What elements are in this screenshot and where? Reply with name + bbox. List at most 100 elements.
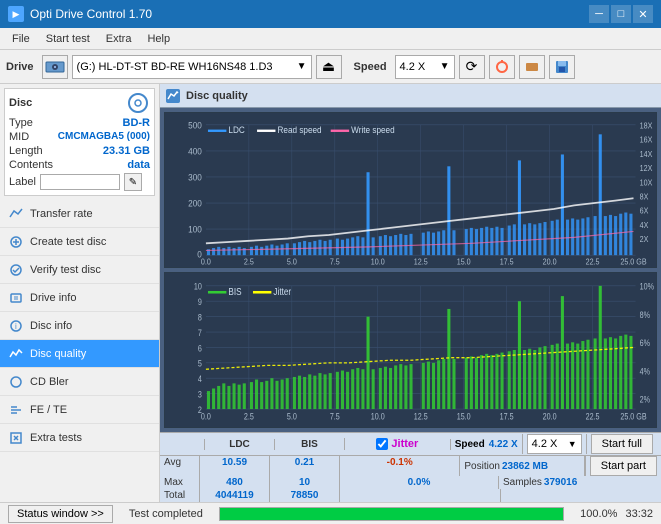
sidebar-item-verify-test-disc[interactable]: Verify test disc <box>0 256 159 284</box>
svg-text:3: 3 <box>198 390 202 400</box>
svg-text:2X: 2X <box>640 235 649 245</box>
content-header: Disc quality <box>160 84 661 108</box>
status-bar: Status window >> Test completed 100.0% 3… <box>0 502 661 524</box>
svg-text:7.5: 7.5 <box>330 257 340 267</box>
speed-avg-val: 4.22 X <box>489 439 518 450</box>
sidebar-item-fe-te[interactable]: FE / TE <box>0 396 159 424</box>
drive-value: (G:) HL-DT-ST BD-RE WH16NS48 1.D3 <box>77 61 297 73</box>
svg-text:22.5: 22.5 <box>586 412 600 422</box>
stats-jitter-check[interactable]: Jitter <box>344 438 450 450</box>
sidebar-item-disc-quality[interactable]: Disc quality <box>0 340 159 368</box>
sidebar-item-cd-bler[interactable]: CD Bler <box>0 368 159 396</box>
svg-text:25.0 GB: 25.0 GB <box>620 412 646 422</box>
drive-info-icon <box>8 290 24 306</box>
close-button[interactable]: ✕ <box>633 5 653 23</box>
disc-length-row: Length 23.31 GB <box>9 145 150 157</box>
sidebar-item-drive-info[interactable]: Drive info <box>0 284 159 312</box>
disc-label-row: Label ✎ <box>9 173 150 191</box>
extra-tests-icon <box>8 430 24 446</box>
disc-mid-label: MID <box>9 131 29 143</box>
svg-text:12.5: 12.5 <box>414 412 428 422</box>
disc-type-value: BD-R <box>123 117 151 129</box>
svg-text:7.5: 7.5 <box>330 412 340 422</box>
eject-button[interactable]: ⏏ <box>316 55 342 79</box>
svg-text:BIS: BIS <box>228 286 241 297</box>
svg-text:6%: 6% <box>640 338 650 348</box>
settings-button2[interactable] <box>519 55 545 79</box>
disc-contents-row: Contents data <box>9 159 150 171</box>
svg-text:100: 100 <box>188 224 202 235</box>
disc-length-value: 23.31 GB <box>103 145 150 157</box>
svg-text:15.0: 15.0 <box>457 412 471 422</box>
menu-extra[interactable]: Extra <box>98 31 140 47</box>
sidebar-item-label-extra-tests: Extra tests <box>30 432 82 444</box>
svg-text:8X: 8X <box>640 192 649 202</box>
svg-text:5: 5 <box>198 359 202 369</box>
speed-dropdown-val: 4.2 X <box>532 438 558 450</box>
svg-text:12X: 12X <box>640 164 653 174</box>
svg-text:0.0: 0.0 <box>201 412 211 422</box>
disc-label-input[interactable] <box>40 174 120 190</box>
start-full-col: Start full <box>586 434 657 454</box>
sidebar-item-label-verify-test-disc: Verify test disc <box>30 264 101 276</box>
drive-selector[interactable]: (G:) HL-DT-ST BD-RE WH16NS48 1.D3 ▼ <box>72 55 312 79</box>
start-full-button[interactable]: Start full <box>591 434 653 454</box>
status-window-button[interactable]: Status window >> <box>8 505 113 523</box>
minimize-button[interactable]: ─ <box>589 5 609 23</box>
svg-text:17.5: 17.5 <box>500 412 514 422</box>
app-title: Opti Drive Control 1.70 <box>30 7 152 21</box>
svg-text:9: 9 <box>198 297 202 307</box>
jitter-label: Jitter <box>391 438 418 450</box>
speed-info-header: Speed 4.22 X <box>450 439 522 450</box>
disc-label-btn[interactable]: ✎ <box>124 173 142 191</box>
menu-file[interactable]: File <box>4 31 38 47</box>
speed-dropdown[interactable]: 4.2 X ▼ <box>527 434 582 454</box>
start-part-col-spacer: Start part <box>585 456 661 476</box>
svg-text:6X: 6X <box>640 206 649 216</box>
sidebar-item-extra-tests[interactable]: Extra tests <box>0 424 159 452</box>
svg-text:200: 200 <box>188 198 202 209</box>
stats-total-pos-empty <box>501 489 661 502</box>
svg-text:300: 300 <box>188 172 202 183</box>
refresh-button[interactable]: ⟳ <box>459 55 485 79</box>
speed-selector[interactable]: 4.2 X ▼ <box>395 55 455 79</box>
title-bar: ▶ Opti Drive Control 1.70 ─ □ ✕ <box>0 0 661 28</box>
sidebar-item-create-test-disc[interactable]: Create test disc <box>0 228 159 256</box>
stats-max-label: Max <box>160 476 200 489</box>
chart1-wrapper: 500 400 300 200 100 0 18X 16X 14X 12X 10… <box>164 112 657 268</box>
disc-panel-icon <box>126 93 150 113</box>
disc-section-title: Disc <box>9 97 32 109</box>
menu-start-test[interactable]: Start test <box>38 31 98 47</box>
svg-text:Jitter: Jitter <box>273 286 291 297</box>
speed-dropdown-header: 4.2 X ▼ <box>522 434 586 454</box>
progress-bar-container <box>219 507 564 521</box>
start-part-button[interactable]: Start part <box>590 456 657 476</box>
stats-row-avg: Avg 10.59 0.21 -0.1% Position 23862 MB S… <box>160 456 661 476</box>
sidebar-item-label-create-test-disc: Create test disc <box>30 236 106 248</box>
menu-help[interactable]: Help <box>139 31 178 47</box>
cd-bler-icon <box>8 374 24 390</box>
disc-quality-icon <box>8 346 24 362</box>
stats-row-max: Max 480 10 0.0% Samples 379016 <box>160 476 661 489</box>
save-button[interactable] <box>549 55 575 79</box>
maximize-button[interactable]: □ <box>611 5 631 23</box>
disc-type-row: Type BD-R <box>9 117 150 129</box>
stats-samples-val: 379016 <box>544 477 577 488</box>
stats-avg-jitter: -0.1% <box>340 456 460 476</box>
disc-panel: Disc Type BD-R MID CMCMAGBA5 (000) Lengt… <box>4 88 155 196</box>
sidebar-item-transfer-rate[interactable]: Transfer rate <box>0 200 159 228</box>
status-time: 33:32 <box>625 508 653 520</box>
svg-text:20.0: 20.0 <box>543 257 557 267</box>
svg-text:7: 7 <box>198 328 202 338</box>
content-icon <box>166 89 180 103</box>
sidebar-item-disc-info[interactable]: i Disc info <box>0 312 159 340</box>
settings-button1[interactable] <box>489 55 515 79</box>
menu-bar: File Start test Extra Help <box>0 28 661 50</box>
jitter-checkbox[interactable] <box>376 438 388 450</box>
disc-length-label: Length <box>9 145 43 157</box>
svg-text:Write speed: Write speed <box>351 125 395 136</box>
svg-text:Read speed: Read speed <box>278 125 322 136</box>
svg-text:14X: 14X <box>640 149 653 159</box>
fe-te-icon <box>8 402 24 418</box>
content-area: Disc quality <box>160 84 661 502</box>
